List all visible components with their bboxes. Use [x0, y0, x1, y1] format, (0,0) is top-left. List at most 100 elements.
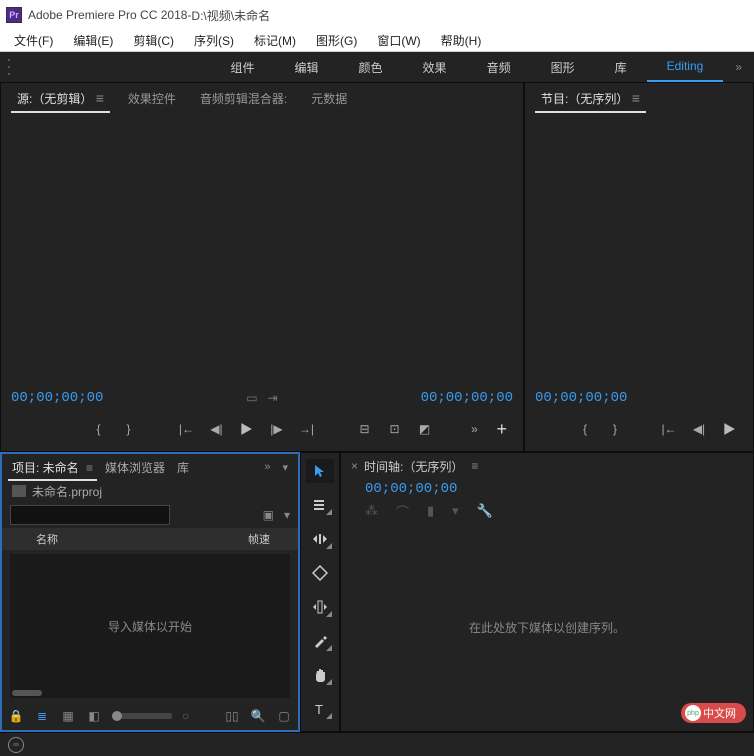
- slip-tool[interactable]: [306, 595, 334, 619]
- tab-media-browser[interactable]: 媒体浏览器: [99, 456, 171, 479]
- menu-window[interactable]: 窗口(W): [367, 30, 430, 51]
- workspace-effects[interactable]: 效果: [403, 52, 467, 82]
- menu-graphics[interactable]: 图形(G): [306, 30, 367, 51]
- source-timecode-out[interactable]: 00;00;00;00: [421, 390, 513, 406]
- source-transport: { } |← ◀| |▶ →| ⊟ ⊡ ◩ » +: [11, 411, 513, 447]
- workspace-audio[interactable]: 音频: [467, 52, 531, 82]
- step-forward-button[interactable]: |▶: [268, 421, 284, 437]
- lock-icon[interactable]: 🔒: [8, 708, 24, 724]
- col-name-header[interactable]: 名称: [12, 531, 248, 547]
- icon-view-icon[interactable]: ▦: [60, 708, 76, 724]
- tab-project-menu-icon[interactable]: ≡: [86, 461, 93, 475]
- insert-button[interactable]: ⊟: [356, 421, 372, 437]
- tab-effect-controls[interactable]: 效果控件: [118, 86, 186, 111]
- workspace-overflow-icon[interactable]: »: [723, 60, 754, 74]
- step-back-button[interactable]: ◀|: [208, 421, 224, 437]
- hand-tool[interactable]: [306, 663, 334, 687]
- workspace-assembly[interactable]: 组件: [211, 52, 275, 82]
- go-to-in-button[interactable]: |←: [178, 421, 194, 437]
- freeform-view-icon[interactable]: ◧: [86, 708, 102, 724]
- menu-clip[interactable]: 剪辑(C): [123, 30, 184, 51]
- prog-step-back-button[interactable]: ◀|: [691, 421, 707, 437]
- go-to-out-button[interactable]: →|: [298, 421, 314, 437]
- add-marker-icon[interactable]: ▮: [427, 503, 434, 519]
- program-tabs: 节目:（无序列） ≡: [525, 83, 753, 113]
- linked-selection-icon[interactable]: ⌒: [396, 502, 409, 521]
- filter-icon[interactable]: ▾: [284, 508, 290, 522]
- prog-mark-out-button[interactable]: }: [607, 421, 623, 437]
- tab-audio-clip-mixer[interactable]: 音频剪辑混合器:: [190, 86, 297, 111]
- file-path: D:\视频\未命名: [191, 7, 270, 24]
- pen-tool[interactable]: [306, 629, 334, 653]
- tab-project[interactable]: 项目: 未命名 ≡: [6, 456, 99, 479]
- selection-tool[interactable]: [306, 459, 334, 483]
- timeline-close-icon[interactable]: ×: [351, 459, 358, 473]
- project-search-input[interactable]: [10, 505, 170, 525]
- timeline-panel: × 时间轴:（无序列） ≡ 00;00;00;00 ⁂ ⌒ ▮ ▾ 🔧 在此处放…: [340, 452, 754, 732]
- zoom-slider[interactable]: [112, 713, 172, 719]
- tab-metadata[interactable]: 元数据: [301, 86, 357, 111]
- export-frame-button[interactable]: ◩: [416, 421, 432, 437]
- project-bin-area[interactable]: 导入媒体以开始: [10, 554, 290, 698]
- timeline-drop-area[interactable]: 在此处放下媒体以创建序列。: [341, 523, 753, 731]
- workspace-libraries[interactable]: 库: [595, 52, 647, 82]
- workspace-color[interactable]: 颜色: [339, 52, 403, 82]
- wrench-icon[interactable]: 🔧: [477, 503, 493, 519]
- timeline-settings-icon[interactable]: ▾: [452, 503, 459, 519]
- source-timecode-in[interactable]: 00;00;00;00: [11, 390, 103, 406]
- menu-marker[interactable]: 标记(M): [244, 30, 306, 51]
- razor-tool[interactable]: [306, 561, 334, 585]
- timeline-timecode[interactable]: 00;00;00;00: [341, 479, 753, 499]
- timeline-empty-hint: 在此处放下媒体以创建序列。: [469, 619, 625, 636]
- tab-program[interactable]: 节目:（无序列） ≡: [531, 86, 650, 111]
- overwrite-button[interactable]: ⊡: [386, 421, 402, 437]
- timeline-menu-icon[interactable]: ≡: [471, 459, 478, 473]
- fit-icon[interactable]: ▭: [246, 391, 257, 405]
- prog-go-to-in-button[interactable]: |←: [661, 421, 677, 437]
- snap-icon[interactable]: ⁂: [365, 503, 378, 519]
- workspace-editing-cn[interactable]: 编辑: [275, 52, 339, 82]
- menu-edit[interactable]: 编辑(E): [63, 30, 123, 51]
- bin-icon: [12, 485, 26, 497]
- tab-libraries[interactable]: 库: [171, 456, 195, 479]
- mark-in-button[interactable]: {: [90, 421, 106, 437]
- track-select-tool[interactable]: [306, 493, 334, 517]
- project-empty-hint: 导入媒体以开始: [108, 618, 192, 635]
- svg-text:T: T: [315, 702, 323, 717]
- window-titlebar: Pr Adobe Premiere Pro CC 2018 - D:\视频\未命…: [0, 0, 754, 30]
- workspace-graphics[interactable]: 图形: [531, 52, 595, 82]
- automate-to-sequence-icon[interactable]: ▯▯: [224, 708, 240, 724]
- list-view-icon[interactable]: ≣: [34, 708, 50, 724]
- creative-cloud-bar: ∞: [0, 732, 754, 756]
- tab-source-menu-icon[interactable]: ≡: [96, 90, 104, 106]
- prog-play-button[interactable]: [721, 421, 737, 437]
- mark-out-button[interactable]: }: [120, 421, 136, 437]
- menu-file[interactable]: 文件(F): [4, 30, 63, 51]
- project-hscroll[interactable]: [12, 690, 42, 696]
- type-tool[interactable]: T: [306, 697, 334, 721]
- creative-cloud-icon[interactable]: ∞: [8, 737, 24, 753]
- app-title: Adobe Premiere Pro CC 2018: [28, 8, 187, 22]
- project-panel-menu-icon[interactable]: ▾: [276, 461, 294, 474]
- app-icon: Pr: [6, 7, 22, 23]
- play-button[interactable]: [238, 421, 254, 437]
- project-tabs-overflow-icon[interactable]: »: [258, 461, 276, 473]
- new-bin-icon[interactable]: ▣: [263, 508, 274, 522]
- workspace-dragger-icon[interactable]: [8, 57, 16, 77]
- project-search-row: 🔍 ▣ ▾: [2, 502, 298, 528]
- project-columns-header: 名称 帧速: [2, 528, 298, 550]
- menu-sequence[interactable]: 序列(S): [184, 30, 244, 51]
- program-timecode[interactable]: 00;00;00;00: [535, 390, 627, 406]
- find-icon[interactable]: 🔍: [250, 708, 266, 724]
- workspace-editing[interactable]: Editing: [647, 52, 724, 82]
- prog-mark-in-button[interactable]: {: [577, 421, 593, 437]
- playback-res-icon[interactable]: ⇥: [268, 391, 278, 405]
- tab-source[interactable]: 源:（无剪辑） ≡: [7, 86, 114, 111]
- button-editor-icon[interactable]: +: [496, 419, 507, 440]
- col-rate-header[interactable]: 帧速: [248, 531, 288, 547]
- ripple-edit-tool[interactable]: [306, 527, 334, 551]
- new-bin-button[interactable]: ▢: [276, 708, 292, 724]
- menu-help[interactable]: 帮助(H): [431, 30, 492, 51]
- tab-program-menu-icon[interactable]: ≡: [632, 90, 640, 106]
- transport-more-icon[interactable]: »: [466, 421, 482, 437]
